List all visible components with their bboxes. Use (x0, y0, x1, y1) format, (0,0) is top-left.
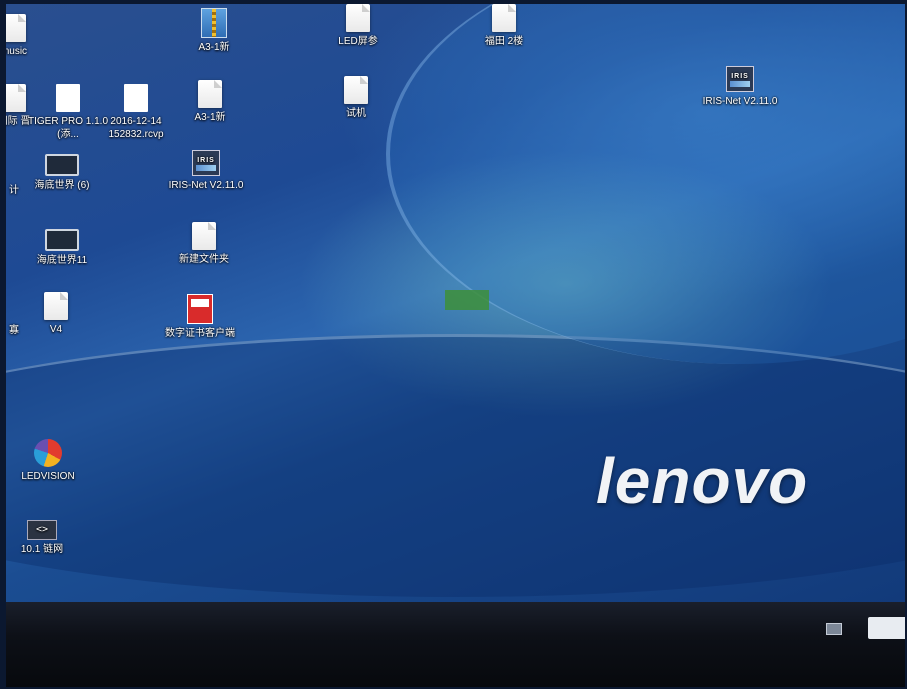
folder-icon (44, 292, 68, 320)
desktop-icon-cert-client[interactable]: 数字证书客户端 (152, 294, 248, 340)
folder-icon (6, 14, 26, 42)
icon-label: 10.1 链网 (20, 544, 64, 555)
folder-icon (344, 76, 368, 104)
lenovo-logo: lenovo (596, 445, 809, 517)
desktop-icon-ledvision[interactable]: LEDVISION (6, 439, 96, 483)
green-pixel-block (445, 290, 489, 310)
icon-label: LED屏参 (338, 36, 378, 47)
icon-label: 海底世界11 (36, 255, 88, 266)
icon-label: 福田 2楼 (484, 36, 524, 47)
iris-net-icon: IRIS (726, 66, 754, 92)
tray-network-icon[interactable] (826, 623, 842, 635)
archive-icon (201, 8, 227, 38)
desktop-icon-haidishijie-11[interactable]: 海底世界11 (14, 229, 110, 267)
desktop-icon-led-params[interactable]: LED屏参 (310, 4, 406, 48)
icon-label: IRIS-Net V2.11.0 (168, 180, 244, 191)
folder-icon (492, 4, 516, 32)
icon-label: LEDVISION (21, 471, 75, 482)
desktop-icon-futian-2f[interactable]: 福田 2楼 (456, 4, 552, 48)
desktop-icon-a3-1-archive[interactable]: A3-1新 (166, 8, 262, 54)
folder-icon (198, 80, 222, 108)
iris-net-icon: IRIS (192, 150, 220, 176)
monitor-icon (45, 229, 79, 251)
icon-label: 数字证书客户端 (165, 328, 235, 339)
certificate-icon (187, 294, 213, 324)
desktop-icon-iris-net-right[interactable]: IRIS IRIS-Net V2.11.0 (692, 66, 788, 108)
icon-label: V4 (49, 324, 63, 335)
desktop-icon-v4[interactable]: V4 (8, 292, 104, 336)
icon-label: A3-1新 (194, 112, 226, 123)
desktop-icon-a3-1-folder[interactable]: A3-1新 (162, 80, 258, 124)
icon-label: 新建文件夹 (179, 254, 229, 265)
icon-label: 试机 (346, 108, 366, 119)
icon-label: music (6, 46, 28, 57)
icon-label: IRIS-Net V2.11.0 (702, 96, 778, 107)
icon-label: 海底世界 (6) (34, 180, 90, 191)
taskbar[interactable] (6, 602, 905, 687)
desktop-icon-haidishijie-6[interactable]: 海底世界 (6) (14, 154, 110, 192)
icon-label: 2016-12-14 152832.rcvp (108, 116, 164, 140)
network-shortcut-icon (27, 520, 57, 540)
file-icon (56, 84, 80, 112)
folder-icon (346, 4, 370, 32)
monitor-icon (45, 154, 79, 176)
wallpaper-swoosh (386, 4, 905, 364)
desktop-icon-new-folder[interactable]: 新建文件夹 (156, 222, 252, 266)
desktop-wallpaper[interactable]: lenovo music 国际 晋 计 寡 TIGER PRO 1.1.0 (添… (6, 4, 905, 602)
file-icon (124, 84, 148, 112)
desktop-icon-music[interactable]: music (6, 14, 62, 58)
folder-icon (192, 222, 216, 250)
ledvision-icon (34, 439, 62, 467)
desktop-icon-iris-net[interactable]: IRIS IRIS-Net V2.11.0 (158, 150, 254, 192)
icon-label: A3-1新 (198, 42, 230, 53)
desktop-icon-test-machine[interactable]: 试机 (308, 76, 404, 120)
taskbar-clock[interactable] (868, 617, 905, 639)
desktop-icon-10-1-link[interactable]: 10.1 链网 (6, 520, 90, 556)
